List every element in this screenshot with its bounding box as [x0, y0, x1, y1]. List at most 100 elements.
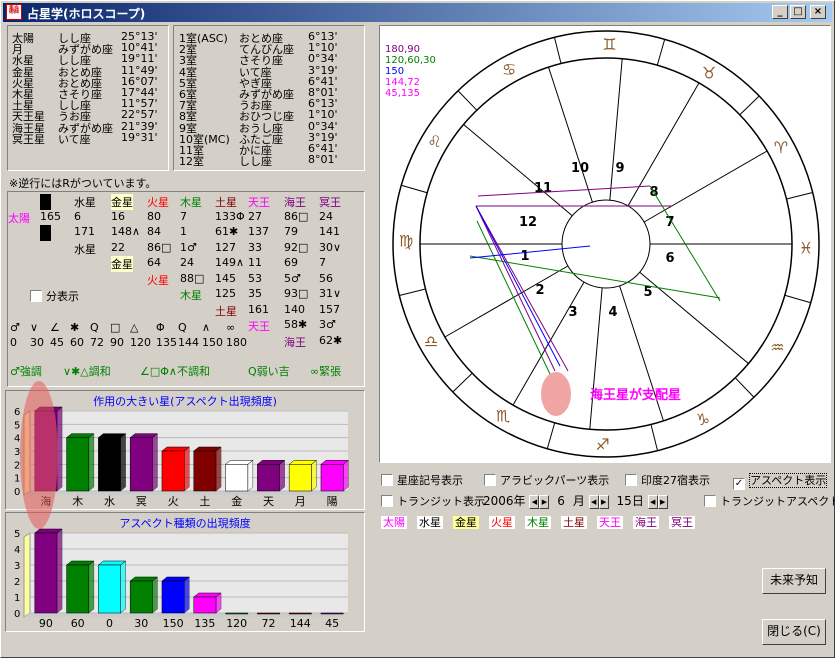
bar-side	[120, 560, 126, 614]
y-tick-label: 3	[14, 561, 20, 572]
zodiac-sign-icon: ♍	[399, 232, 413, 251]
bar	[98, 564, 121, 614]
bar	[288, 464, 312, 492]
house-number: 12	[519, 215, 537, 230]
year-down-button[interactable]: ◀	[529, 494, 540, 509]
aspect-value: 64	[147, 256, 161, 269]
transit-date-picker[interactable]: 2006年 ◀ ▶ 6月 ◀ ▶ 15日 ◀ ▶	[483, 492, 668, 509]
close-button[interactable]: 閉じる(C)	[762, 619, 826, 645]
zodiac-sign-icon: ♈	[774, 138, 788, 157]
aspect-row-label: 月	[40, 225, 51, 241]
aspect-legend-item: Q弱い吉	[248, 365, 290, 378]
house-number: 1	[520, 249, 529, 264]
month-up-button[interactable]: ▶	[598, 494, 609, 509]
aspect-matrix-panel: 月水星 金星 火星 木星 土星 天王 海王 冥王 太陽 165 6 16 80 7 133Φ 27 86□ 24 月…	[7, 191, 365, 387]
y-tick-label: 2	[14, 577, 20, 588]
aspect-row-label: 金星	[111, 256, 133, 272]
planet-frequency-chart: 作用の大きい星(アスペクト出現頻度) 0123456海木水冥火土金天月陽	[5, 390, 365, 510]
y-tick-label: 4	[14, 434, 20, 445]
bar-side	[311, 459, 317, 492]
day-up-button[interactable]: ▶	[657, 494, 668, 509]
year-up-button[interactable]: ▶	[539, 494, 550, 509]
aspect-symbol: Q	[90, 321, 99, 334]
aspect-value: 3♂	[319, 318, 336, 331]
zodiac-sign-icon: ♌	[427, 132, 441, 151]
transit-aspect-checkbox[interactable]: トランジットアスペクト表示	[704, 493, 835, 509]
aspect-value: 80	[147, 209, 161, 223]
bar-top	[288, 460, 318, 465]
year-value[interactable]: 2006	[483, 494, 514, 508]
arabic-parts-checkbox[interactable]: アラビックパーツ表示	[484, 472, 609, 488]
horoscope-wheel-panel: ♌♋♊♉♈♓♒♑♐♏♎♍123456789101112 180,90120,60…	[379, 25, 831, 463]
day-down-button[interactable]: ◀	[647, 494, 658, 509]
y-tick-label: 4	[14, 545, 20, 556]
aspect-value: 145	[215, 271, 236, 285]
bar	[225, 464, 249, 492]
aspect-value: 88□	[180, 271, 205, 285]
planet-tag: 土星	[561, 516, 587, 529]
split-label: 分表示	[46, 290, 79, 303]
aspect-value: 127	[215, 240, 236, 254]
aspect-col-header: 海王	[284, 196, 306, 209]
aspect-display-checkbox[interactable]: ✓ アスペクト表示	[733, 472, 828, 490]
lunar-mansions-checkbox[interactable]: 印度27宿表示	[625, 472, 710, 488]
aspect-value: 7	[180, 209, 187, 223]
planet-tag: 冥王	[669, 516, 695, 529]
planet-tag: 金星	[453, 516, 479, 529]
aspect-angle: 90	[110, 336, 124, 349]
aspect-value: 53	[248, 271, 262, 285]
aspect-symbol: Q	[178, 321, 187, 334]
title-bar[interactable]: 星占術師 占星学(ホロスコープ) _ □ ×	[3, 3, 832, 22]
zodiac-sign-icon: ♒	[770, 338, 784, 357]
ruler-annotation: 海王星が支配星	[590, 388, 682, 403]
x-tick-label: 120	[226, 617, 247, 629]
bar-top	[129, 576, 159, 582]
planet-tag: 天王	[597, 516, 623, 529]
x-tick-label: 月	[295, 495, 306, 507]
aspect-value: 30∨	[319, 240, 342, 254]
minimize-button[interactable]: _	[772, 5, 788, 19]
bar-top	[224, 460, 254, 465]
aspect-angle: 72	[90, 336, 104, 349]
app-icon: 星占術師	[6, 4, 22, 20]
bar-top	[97, 560, 127, 566]
bar	[161, 450, 185, 492]
month-value[interactable]: 6	[557, 494, 565, 508]
aspect-value: 7	[319, 256, 326, 269]
aspect-value: 84	[147, 225, 161, 238]
split-display-checkbox[interactable]: 分表示	[30, 288, 79, 304]
day-value[interactable]: 15	[617, 494, 632, 508]
bar-top	[34, 406, 63, 412]
aspect-value: 22	[111, 240, 125, 254]
transit-checkbox[interactable]: トランジット表示	[381, 493, 485, 509]
aspect-value: 5♂	[284, 271, 301, 285]
aspect-col-header: 月	[40, 194, 51, 210]
aspect-value: 24	[319, 209, 333, 223]
house-degree: 8°01'	[308, 153, 338, 167]
x-tick-label: 火	[168, 495, 179, 507]
planet-tag: 火星	[489, 516, 515, 529]
close-window-button[interactable]: ×	[810, 5, 826, 19]
aspect-symbol: Φ	[156, 321, 165, 334]
month-down-button[interactable]: ◀	[588, 494, 599, 509]
aspect-row-label: 海王	[284, 335, 306, 349]
aspect-col-header: 火星	[147, 196, 169, 209]
aspect-row-label: 火星	[147, 273, 169, 287]
forecast-button[interactable]: 未来予知	[762, 568, 826, 594]
aspect-value: 6	[74, 209, 81, 223]
bar	[288, 612, 312, 615]
sign-symbols-checkbox[interactable]: 星座記号表示	[381, 472, 463, 488]
aspect-color-legend-item: 120,60,30	[385, 55, 436, 66]
aspect-value: 165	[40, 209, 61, 223]
bar	[225, 612, 249, 615]
aspect-angle: 60	[70, 336, 84, 349]
maximize-button[interactable]: □	[790, 5, 806, 19]
aspect-type-frequency-chart: アスペクト種類の出現頻度 0 1 2 3 4 5 90 60 0 30 150 135 120 72 144…	[5, 512, 365, 632]
bar	[66, 564, 90, 614]
planet-degree: 19°31'	[121, 130, 158, 144]
aspect-symbol: ✱	[70, 321, 80, 334]
x-tick-label: 水	[104, 495, 115, 507]
bar	[320, 612, 344, 615]
bar	[257, 612, 280, 615]
zodiac-sign-icon: ♏	[496, 406, 510, 425]
